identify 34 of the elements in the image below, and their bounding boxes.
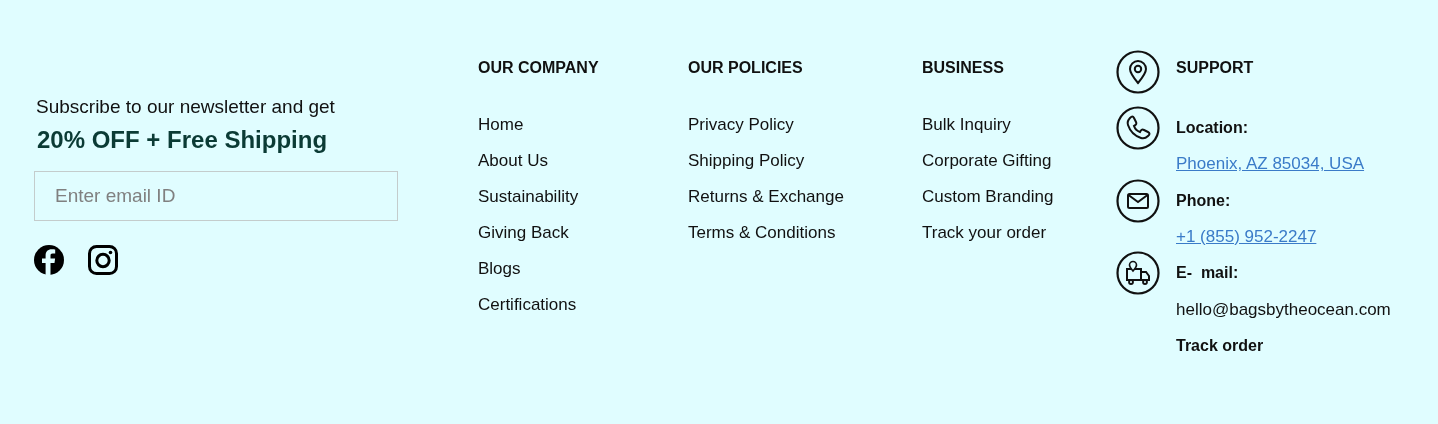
footer-link[interactable]: Shipping Policy (688, 151, 922, 171)
footer-link[interactable]: Corporate Gifting (922, 151, 1116, 171)
phone-icon (1116, 106, 1160, 151)
footer-link[interactable]: Custom Branding (922, 187, 1116, 207)
footer-link[interactable]: Privacy Policy (688, 115, 922, 135)
envelope-icon (1116, 178, 1160, 223)
track-order-link[interactable]: Track order (1176, 336, 1264, 355)
column-heading: SUPPORT (1176, 59, 1254, 77)
facebook-icon[interactable] (34, 245, 64, 275)
footer-link[interactable]: About Us (478, 151, 688, 171)
truck-icon (1116, 251, 1160, 296)
email-address: hello@bagsbytheocean.com (1176, 299, 1391, 320)
footer-link[interactable]: Sustainability (478, 187, 688, 207)
footer-link[interactable]: Home (478, 115, 688, 135)
footer-link[interactable]: Terms & Conditions (688, 223, 922, 243)
contact-link[interactable]: Phoenix, AZ 85034, USA (1176, 154, 1365, 175)
contact-label: Location: (1176, 119, 1248, 138)
offer-heading: 20% OFF + Free Shipping (37, 126, 329, 154)
footer-link[interactable]: Bulk Inquiry (922, 115, 1116, 135)
instagram-icon[interactable] (88, 245, 118, 275)
location-pin-icon (1116, 50, 1160, 94)
newsletter-text: Subscribe to our newsletter and get (36, 96, 336, 118)
footer-link[interactable]: Certifications (478, 295, 688, 315)
footer-link[interactable]: Returns & Exchange (688, 187, 922, 207)
column-heading: BUSINESS (922, 59, 1005, 78)
column-heading: OUR POLICIES (688, 59, 804, 78)
email-field[interactable]: Enter email ID (34, 171, 398, 221)
column-heading: OUR COMPANY (478, 59, 600, 78)
contact-link[interactable]: +1 (855) 952-2247 (1176, 227, 1317, 248)
contact-label: E- mail: (1176, 264, 1239, 283)
footer-link[interactable]: Blogs (478, 259, 688, 279)
footer-link[interactable]: Track your order (922, 223, 1116, 243)
contact-label: Phone: (1176, 191, 1231, 210)
footer-link[interactable]: Giving Back (478, 223, 688, 243)
